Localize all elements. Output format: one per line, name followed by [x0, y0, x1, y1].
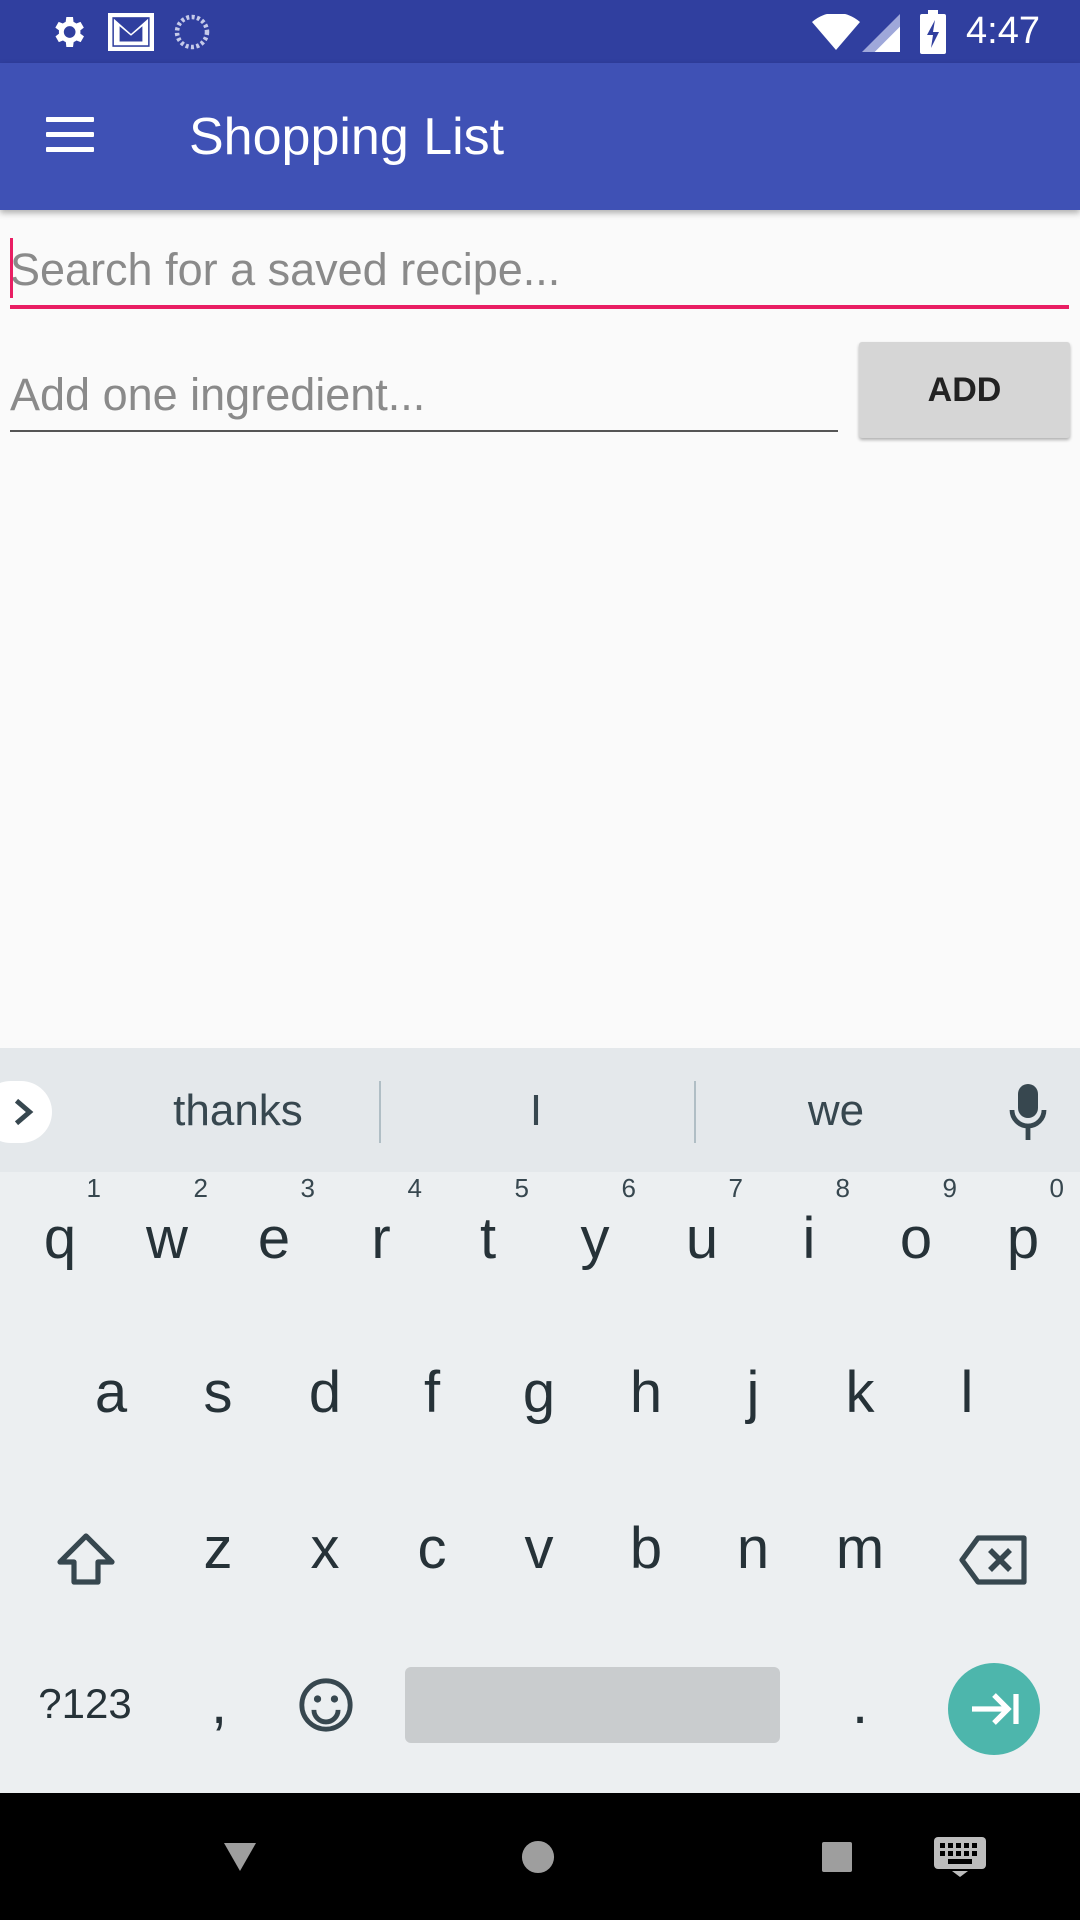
key-f[interactable]: f — [387, 1333, 477, 1453]
key-label: r — [371, 1206, 391, 1271]
key-w[interactable]: w2 — [122, 1173, 212, 1299]
navigation-bar — [0, 1793, 1080, 1920]
recipe-search-input[interactable] — [10, 235, 1069, 309]
backspace-icon[interactable] — [958, 1532, 1030, 1588]
key-number-hint: 8 — [835, 1173, 850, 1203]
hamburger-menu-icon[interactable] — [40, 111, 96, 159]
key-p[interactable]: p0 — [978, 1173, 1068, 1299]
key-number-hint: 7 — [728, 1173, 743, 1203]
key-h[interactable]: h — [601, 1333, 691, 1453]
key-e[interactable]: e3 — [229, 1173, 319, 1299]
suggestion-3[interactable]: we — [696, 1086, 976, 1136]
key-l[interactable]: l — [922, 1333, 1012, 1453]
key-number-hint: 1 — [86, 1173, 101, 1203]
period-key[interactable]: . — [815, 1644, 905, 1764]
emoji-icon[interactable] — [297, 1676, 355, 1734]
symbols-key[interactable]: ?123 — [25, 1644, 145, 1764]
suggestion-strip: thanks I we — [0, 1048, 1080, 1172]
key-k[interactable]: k — [815, 1333, 905, 1453]
key-label: w — [146, 1206, 188, 1271]
shift-icon[interactable] — [54, 1528, 118, 1592]
signal-icon — [862, 14, 900, 52]
key-r[interactable]: r4 — [336, 1173, 426, 1299]
status-time: 4:47 — [966, 10, 1040, 52]
key-g[interactable]: g — [494, 1333, 584, 1453]
key-a[interactable]: a — [66, 1333, 156, 1453]
enter-key[interactable] — [948, 1663, 1040, 1755]
key-c[interactable]: c — [387, 1489, 477, 1609]
add-button[interactable]: ADD — [859, 342, 1070, 438]
key-u[interactable]: u7 — [657, 1173, 747, 1299]
microphone-icon[interactable] — [1008, 1084, 1048, 1140]
key-label: i — [802, 1206, 816, 1271]
key-label: u — [685, 1206, 719, 1271]
keyboard-switch-icon[interactable] — [934, 1837, 986, 1877]
suggestion-2[interactable]: I — [396, 1086, 676, 1136]
key-number-hint: 2 — [193, 1173, 208, 1203]
gmail-icon — [108, 13, 154, 51]
key-label: y — [580, 1206, 610, 1271]
key-z[interactable]: z — [173, 1489, 263, 1609]
key-label: q — [43, 1206, 77, 1271]
key-s[interactable]: s — [173, 1333, 263, 1453]
battery-charging-icon — [920, 10, 946, 54]
key-y[interactable]: y6 — [550, 1173, 640, 1299]
key-d[interactable]: d — [280, 1333, 370, 1453]
sync-icon — [174, 14, 210, 50]
app-bar: Shopping List — [0, 63, 1080, 210]
page-title: Shopping List — [189, 108, 505, 166]
key-o[interactable]: o9 — [871, 1173, 961, 1299]
tab-next-icon — [972, 1693, 1019, 1725]
key-number-hint: 0 — [1049, 1173, 1064, 1203]
chevron-right-icon — [14, 1098, 34, 1126]
recents-icon[interactable] — [822, 1842, 852, 1872]
key-number-hint: 5 — [514, 1173, 529, 1203]
key-j[interactable]: j — [708, 1333, 798, 1453]
back-icon[interactable] — [222, 1841, 258, 1873]
key-n[interactable]: n — [708, 1489, 798, 1609]
key-number-hint: 3 — [300, 1173, 315, 1203]
key-label: t — [479, 1206, 497, 1271]
key-number-hint: 6 — [621, 1173, 636, 1203]
suggestion-1[interactable]: thanks — [98, 1086, 378, 1136]
key-number-hint: 9 — [942, 1173, 957, 1203]
space-bar[interactable] — [405, 1667, 780, 1743]
key-x[interactable]: x — [280, 1489, 370, 1609]
ingredient-input[interactable] — [10, 360, 838, 432]
key-q[interactable]: q1 — [15, 1173, 105, 1299]
text-cursor — [10, 238, 13, 298]
key-v[interactable]: v — [494, 1489, 584, 1609]
settings-icon — [55, 17, 84, 47]
status-bar: 4:47 — [0, 0, 1080, 63]
comma-key[interactable]: , — [174, 1644, 264, 1764]
key-label: e — [257, 1206, 291, 1271]
soft-keyboard: thanks I we q1w2e3r4t5y6u7i8o9p0 asdfghj… — [0, 1048, 1080, 1793]
key-i[interactable]: i8 — [764, 1173, 854, 1299]
suggestion-divider — [379, 1081, 381, 1143]
key-label: o — [899, 1206, 933, 1271]
key-t[interactable]: t5 — [443, 1173, 533, 1299]
expand-suggestions-button[interactable] — [0, 1081, 52, 1143]
key-number-hint: 4 — [407, 1173, 422, 1203]
key-m[interactable]: m — [815, 1489, 905, 1609]
home-icon[interactable] — [521, 1840, 555, 1874]
key-label: p — [1006, 1206, 1040, 1271]
key-b[interactable]: b — [601, 1489, 691, 1609]
wifi-icon — [812, 14, 860, 50]
